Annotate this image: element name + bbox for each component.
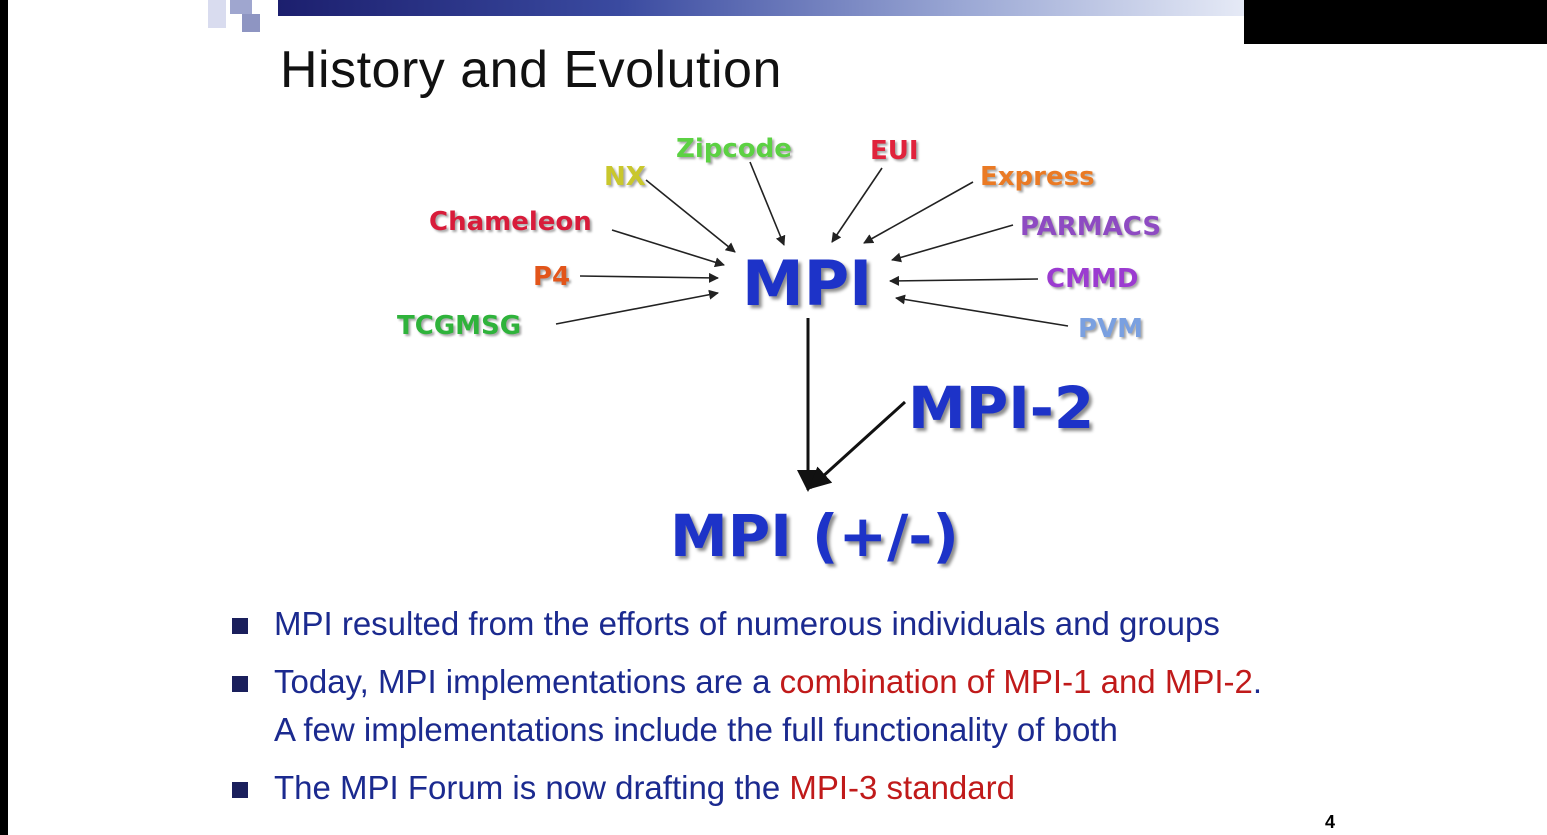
mpi-center-label: MPI	[742, 247, 873, 320]
bullet-1: MPI resulted from the efforts of numerou…	[274, 600, 1220, 648]
source-nx: NX	[604, 162, 646, 192]
bullet-2-end: .	[1252, 663, 1263, 700]
bullet-2-line2: A few implementations include the full f…	[274, 710, 1118, 748]
bullet-3: The MPI Forum is now drafting the MPI-3 …	[274, 764, 1015, 812]
arrow-nx	[645, 179, 736, 253]
mpi-result-label: MPI (+/-)	[670, 502, 959, 570]
arrow-eui	[831, 167, 883, 243]
slide: History and Evolution NX Zipcode EUI Exp…	[8, 0, 1547, 835]
bullet-marker	[232, 676, 248, 692]
mpi2-label: MPI-2	[908, 374, 1095, 442]
source-zipcode: Zipcode	[676, 134, 792, 164]
bullet-marker	[232, 782, 248, 798]
bullet-2-text: Today, MPI implementations are a	[274, 663, 780, 700]
source-parmacs: PARMACS	[1020, 212, 1162, 242]
source-cmmd: CMMD	[1046, 264, 1139, 294]
bullet-3-text: The MPI Forum is now drafting the	[274, 769, 790, 806]
bullet-1-text: MPI resulted from the efforts of numerou…	[274, 605, 1220, 642]
bullet-marker	[232, 618, 248, 634]
arrow-p4	[579, 272, 719, 283]
arrow-express	[863, 181, 974, 244]
bullet-3-highlight: MPI-3 standard	[789, 769, 1015, 806]
bullet-2-highlight: combination of MPI-1 and MPI-2	[779, 663, 1253, 700]
source-p4: P4	[533, 262, 571, 292]
bullet-2: Today, MPI implementations are a combina…	[274, 658, 1262, 754]
source-pvm: PVM	[1078, 314, 1144, 344]
source-express: Express	[980, 162, 1095, 192]
arrow-tcgmsg	[555, 289, 719, 325]
page-number: 4	[1325, 812, 1336, 832]
arrow-parmacs	[891, 224, 1014, 263]
arrow-chameleon	[611, 229, 725, 268]
source-tcgmsg: TCGMSG	[397, 311, 522, 341]
source-eui: EUI	[870, 136, 919, 166]
arrow-mpi2-to-result	[808, 400, 907, 490]
arrow-zipcode	[749, 161, 786, 246]
arrow-cmmd	[889, 275, 1039, 286]
black-overlay-box	[1244, 0, 1547, 44]
arrow-pvm	[895, 294, 1069, 327]
source-chameleon: Chameleon	[429, 207, 592, 237]
